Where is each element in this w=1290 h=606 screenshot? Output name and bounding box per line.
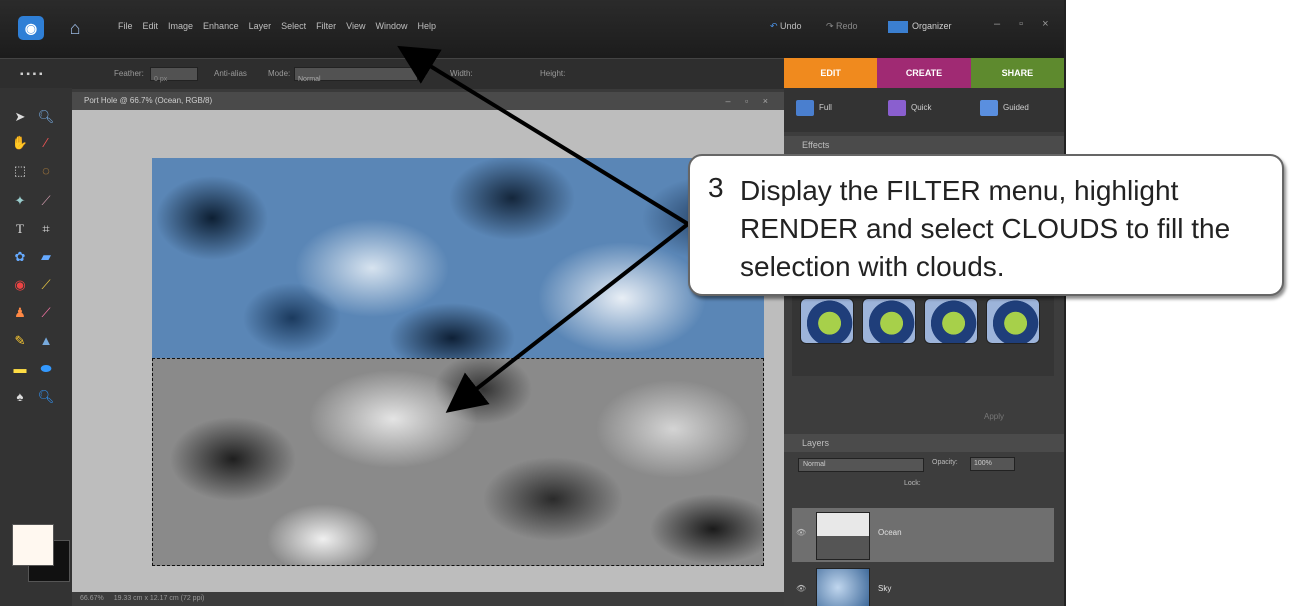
step-number: 3 <box>708 172 724 203</box>
foreground-color-swatch[interactable] <box>12 524 54 566</box>
arrow-to-selection <box>445 222 690 413</box>
instruction-callout: 3 Display the FILTER menu, highlight REN… <box>688 154 1284 296</box>
arrow-to-filter-menu <box>397 45 690 226</box>
annotation-arrows <box>397 45 690 413</box>
instruction-text: Display the FILTER menu, highlight RENDE… <box>740 175 1231 282</box>
